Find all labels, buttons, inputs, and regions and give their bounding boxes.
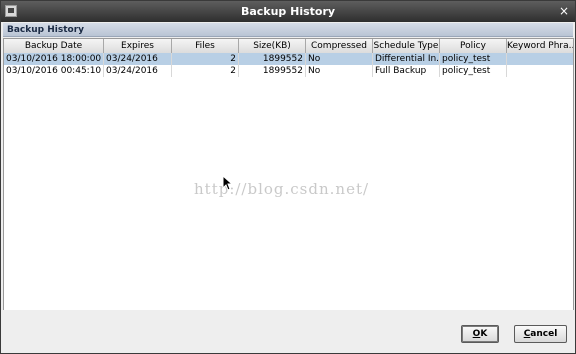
cell-size: 1899552 [239,53,306,65]
cell-keyword-phrase [507,53,573,65]
cell-compressed: No [306,53,373,65]
cell-schedule-type: Full Backup [373,65,440,77]
column-header-size[interactable]: Size(KB) [239,39,306,53]
cell-schedule-type: Differential In... [375,53,440,65]
column-header-keyword-phrase[interactable]: Keyword Phra... [507,39,573,53]
column-header-files[interactable]: Files [172,39,239,53]
ok-label-rest: K [480,329,488,339]
cell-files: 2 [172,65,239,77]
backup-history-dialog: Backup History × Backup History Backup D… [0,0,576,354]
column-header-compressed[interactable]: Compressed [306,39,373,53]
cell-expires: 03/24/2016 [104,53,172,65]
watermark-text: http://blog.csdn.net/ [194,180,370,198]
mouse-pointer-icon [222,175,232,191]
title-bar[interactable]: Backup History × [1,1,575,22]
cell-keyword-phrase [507,65,573,77]
column-header-schedule-type[interactable]: Schedule Type [373,39,440,53]
table-row[interactable]: 03/10/2016 00:45:10 03/24/2016 2 1899552… [4,65,573,77]
backup-history-table[interactable]: Backup Date Expires Files Size(KB) Compr… [3,38,574,311]
cell-backup-date: 03/10/2016 18:00:00 [4,53,104,65]
cell-policy: policy_test [440,53,507,65]
ok-button[interactable]: OK [461,325,499,343]
cell-files: 2 [172,53,239,65]
cancel-label-rest: ancel [530,329,558,339]
close-button[interactable]: × [559,4,569,18]
cell-expires: 03/24/2016 [104,65,172,77]
table-row[interactable]: 03/10/2016 18:00:00 03/24/2016 2 1899552… [4,53,573,65]
panel-header: Backup History [3,23,573,37]
cell-size: 1899552 [239,65,306,77]
cell-policy: policy_test [440,65,507,77]
cell-compressed: No [306,65,373,77]
column-header-expires[interactable]: Expires [104,39,172,53]
window-title: Backup History [240,5,336,18]
column-header-policy[interactable]: Policy [440,39,507,53]
table-header: Backup Date Expires Files Size(KB) Compr… [4,39,573,54]
column-header-backup-date[interactable]: Backup Date [4,39,104,53]
dialog-footer: OK Cancel [1,310,575,353]
cell-backup-date: 03/10/2016 00:45:10 [4,65,104,77]
cancel-button[interactable]: Cancel [514,325,567,343]
